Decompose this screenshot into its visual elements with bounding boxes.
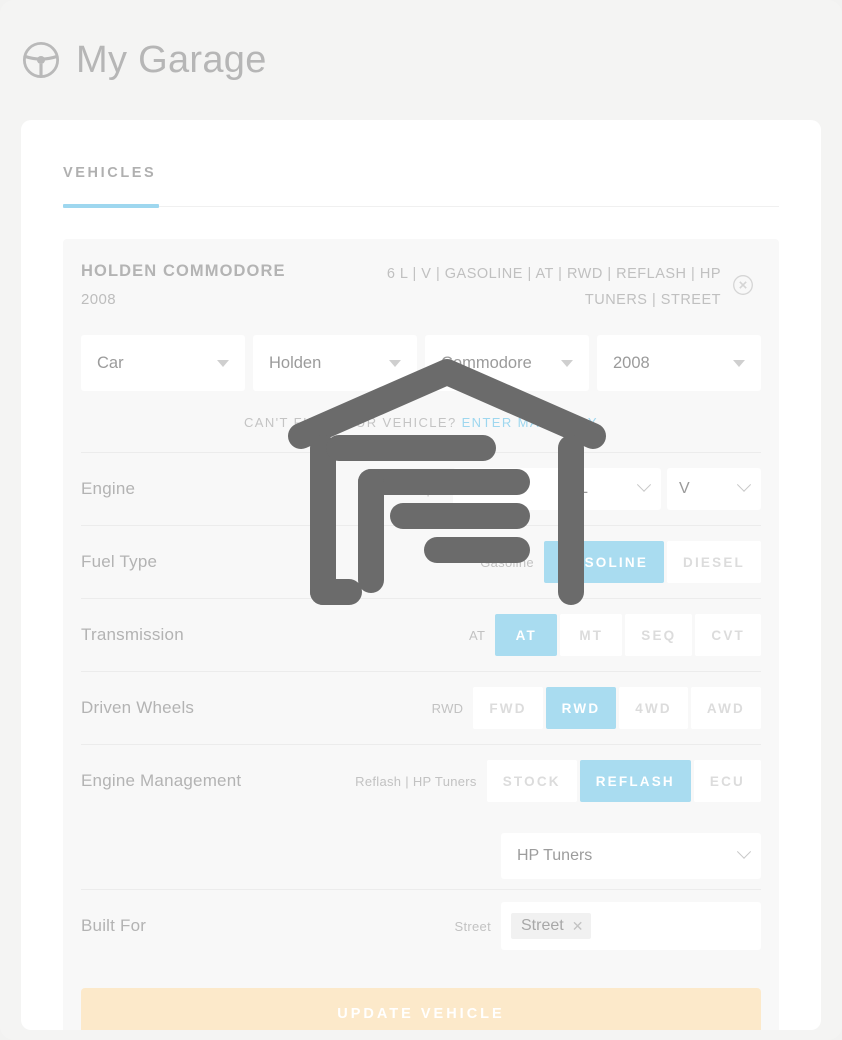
chevron-down-icon <box>736 477 752 493</box>
transmission-segmented: AT MT SEQ CVT <box>495 614 761 657</box>
driven-wheels-option-rwd[interactable]: RWD <box>545 687 617 730</box>
engine-size-value: 6 <box>467 480 476 498</box>
steering-wheel-icon <box>20 39 62 81</box>
chevron-down-icon <box>736 844 752 860</box>
caret-down-icon <box>217 359 229 367</box>
caret-down-icon <box>389 359 401 367</box>
model-value: Commodore <box>441 353 532 372</box>
driven-wheels-option-fwd[interactable]: FWD <box>473 687 543 730</box>
vehicle-type-value: Car <box>97 353 124 372</box>
engine-config-value: V <box>679 480 690 498</box>
engine-management-option-stock[interactable]: STOCK <box>486 760 577 803</box>
row-fuel-type: Fuel Type Gasoline GASOLINE DIESEL <box>81 525 761 598</box>
built-for-tag[interactable]: Street ✕ <box>511 913 592 940</box>
manual-entry-prompt: CAN'T FIND YOUR VEHICLE? ENTER MANUALLY <box>81 415 761 430</box>
caret-down-icon <box>733 359 745 367</box>
caret-down-icon <box>561 359 573 367</box>
row-driven-wheels-label: Driven Wheels <box>81 698 195 718</box>
year-value: 2008 <box>613 353 650 372</box>
vehicle-card-header: HOLDEN COMMODORE 2008 6 L | V | GASOLINE… <box>81 261 761 313</box>
row-built-for: Built For Street Street ✕ <box>81 889 761 962</box>
update-vehicle-button[interactable]: UPDATE VEHICLE <box>81 988 761 1030</box>
driven-wheels-segmented: FWD RWD 4WD AWD <box>473 687 761 730</box>
make-value: Holden <box>269 353 322 372</box>
model-select[interactable]: Commodore <box>425 335 589 392</box>
tuner-select[interactable]: HP Tuners <box>501 833 761 880</box>
engine-management-option-ecu[interactable]: ECU <box>693 760 761 803</box>
main-panel: VEHICLES HOLDEN COMMODORE 2008 6 L | V |… <box>21 120 821 1030</box>
row-tuner: HP Tuners <box>81 817 761 889</box>
enter-manually-link[interactable]: ENTER MANUALLY <box>462 415 598 430</box>
row-engine-management-hint: Reflash | HP Tuners <box>355 773 477 789</box>
engine-management-option-reflash[interactable]: REFLASH <box>579 760 691 803</box>
vehicle-year: 2008 <box>81 290 116 308</box>
row-engine-management: Engine Management Reflash | HP Tuners ST… <box>81 744 761 817</box>
chevron-down-icon <box>636 477 652 493</box>
page-title: My Garage <box>76 38 267 81</box>
engine-config-select[interactable]: V <box>667 468 761 511</box>
row-transmission-label: Transmission <box>81 625 184 645</box>
make-select[interactable]: Holden <box>253 335 417 392</box>
row-engine-label: Engine <box>81 479 136 499</box>
app-header: My Garage <box>0 0 842 120</box>
driven-wheels-option-awd[interactable]: AWD <box>690 687 761 730</box>
row-fuel-type-label: Fuel Type <box>81 552 158 572</box>
vehicle-spec-rows: Engine 6 L | V 6 L V Fuel Type Gasoline … <box>81 452 761 962</box>
tab-vehicles[interactable]: VEHICLES <box>63 165 156 203</box>
tabbar: VEHICLES <box>63 164 779 208</box>
transmission-option-cvt[interactable]: CVT <box>695 614 761 657</box>
transmission-option-seq[interactable]: SEQ <box>625 614 693 657</box>
transmission-option-at[interactable]: AT <box>495 614 558 657</box>
fuel-type-option-diesel[interactable]: DIESEL <box>667 541 761 584</box>
row-built-for-hint: Street <box>454 918 491 934</box>
engine-unit-select[interactable]: L <box>567 468 661 511</box>
row-driven-wheels-hint: RWD <box>431 700 464 716</box>
manual-entry-text: CAN'T FIND YOUR VEHICLE? <box>244 415 457 431</box>
row-engine-controls: 6 L V <box>453 468 761 511</box>
built-for-multiselect[interactable]: Street ✕ <box>501 902 761 951</box>
vehicle-spec-summary: 6 L | V | GASOLINE | AT | RWD | REFLASH … <box>386 266 721 309</box>
vehicle-type-select[interactable]: Car <box>81 335 245 392</box>
row-fuel-type-hint: Gasoline <box>480 554 534 570</box>
fuel-type-option-gasoline[interactable]: GASOLINE <box>543 541 665 584</box>
vehicle-card: HOLDEN COMMODORE 2008 6 L | V | GASOLINE… <box>63 239 779 1030</box>
remove-tag-icon[interactable]: ✕ <box>572 918 584 935</box>
vehicle-identity: HOLDEN COMMODORE 2008 <box>81 261 351 308</box>
tab-active-indicator <box>63 204 159 208</box>
row-engine-hint: 6 L | V <box>404 481 443 497</box>
driven-wheels-option-4wd[interactable]: 4WD <box>619 687 688 730</box>
year-select[interactable]: 2008 <box>597 335 761 392</box>
built-for-tag-label: Street <box>521 917 564 935</box>
row-transmission: Transmission AT AT MT SEQ CVT <box>81 598 761 671</box>
tuner-value: HP Tuners <box>517 847 593 865</box>
engine-management-segmented: STOCK REFLASH ECU <box>486 760 761 803</box>
row-engine: Engine 6 L | V 6 L V <box>81 452 761 525</box>
engine-unit-value: L <box>579 480 588 498</box>
vehicle-selector-row: Car Holden Commodore 2008 <box>81 335 761 392</box>
close-circle-icon[interactable] <box>731 273 759 302</box>
row-transmission-hint: AT <box>469 627 486 643</box>
app-root: My Garage VEHICLES HOLDEN COMMODORE 2008… <box>0 0 842 1040</box>
fuel-type-segmented: GASOLINE DIESEL <box>543 541 761 584</box>
row-engine-management-label: Engine Management <box>81 771 242 791</box>
row-built-for-label: Built For <box>81 916 147 936</box>
row-driven-wheels: Driven Wheels RWD FWD RWD 4WD AWD <box>81 671 761 744</box>
engine-size-input[interactable]: 6 <box>453 468 561 511</box>
transmission-option-mt[interactable]: MT <box>560 614 623 657</box>
vehicle-name: HOLDEN COMMODORE <box>81 262 286 280</box>
